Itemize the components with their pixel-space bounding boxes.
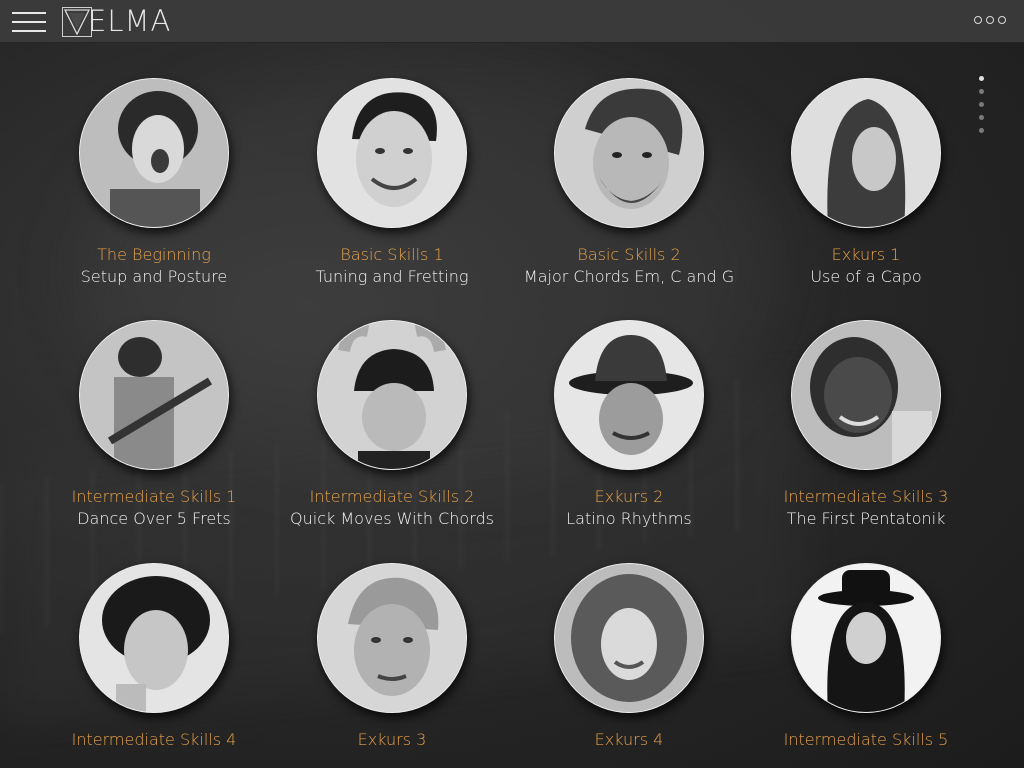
man-black-hat-portrait-icon (791, 563, 941, 713)
lesson-title: Exkurs 3 (357, 730, 427, 749)
lesson-title: Intermediate Skills 1 (71, 487, 237, 506)
lesson-card[interactable]: Exkurs 3 (277, 563, 507, 751)
guitarist-playing-portrait-icon (79, 320, 229, 470)
hamburger-menu-icon[interactable] (12, 11, 46, 33)
lesson-card[interactable]: Exkurs 4 (514, 563, 744, 751)
lesson-card[interactable]: Intermediate Skills 5 (751, 563, 981, 751)
lesson-subtitle: Latino Rhythms (566, 509, 692, 528)
lesson-subtitle: Use of a Capo (810, 267, 922, 286)
bearded-man-portrait-icon (554, 78, 704, 228)
lesson-card[interactable]: Intermediate Skills 1 Dance Over 5 Frets (39, 320, 269, 530)
smiling-man-pompadour-portrait-icon (317, 78, 467, 228)
lesson-title: Basic Skills 2 (577, 245, 681, 264)
app-logo-text: ELMA (88, 4, 172, 38)
long-hair-woman-portrait-icon (791, 78, 941, 228)
lesson-card[interactable]: Exkurs 2 Latino Rhythms (514, 320, 744, 530)
man-fedora-portrait-icon (554, 320, 704, 470)
lesson-card[interactable]: Exkurs 1 Use of a Capo (751, 78, 981, 288)
lesson-title: Intermediate Skills 5 (783, 730, 949, 749)
lesson-title: Basic Skills 1 (340, 245, 444, 264)
lesson-subtitle: Quick Moves With Chords (290, 509, 494, 528)
lesson-card[interactable]: Intermediate Skills 4 (39, 563, 269, 751)
lesson-subtitle: Setup and Posture (80, 267, 228, 286)
lesson-title: Exkurs 2 (594, 487, 664, 506)
lesson-subtitle: Major Chords Em, C and G (523, 267, 735, 286)
lesson-card[interactable]: Intermediate Skills 3 The First Pentaton… (751, 320, 981, 530)
lesson-title: Exkurs 4 (594, 730, 664, 749)
lesson-card[interactable]: Intermediate Skills 2 Quick Moves With C… (277, 320, 507, 530)
lesson-title: Exkurs 1 (831, 245, 901, 264)
lesson-subtitle: Dance Over 5 Frets (77, 509, 231, 528)
lesson-title: The Beginning (97, 245, 211, 264)
lesson-title: Intermediate Skills 2 (309, 487, 475, 506)
curly-hair-woman-portrait-icon (554, 563, 704, 713)
lesson-card[interactable]: The Beginning Setup and Posture (39, 78, 269, 288)
grey-hair-man-portrait-icon (317, 563, 467, 713)
lesson-card[interactable]: Basic Skills 2 Major Chords Em, C and G (514, 78, 744, 288)
man-flat-cap-portrait-icon (317, 320, 467, 470)
lesson-title: Intermediate Skills 3 (783, 487, 949, 506)
lesson-subtitle: The First Pentatonik (786, 509, 946, 528)
lesson-title: Intermediate Skills 4 (71, 730, 237, 749)
curly-hair-man-portrait-icon (79, 563, 229, 713)
more-options-icon[interactable] (974, 16, 1006, 26)
lesson-subtitle: Tuning and Fretting (315, 267, 469, 286)
top-bar: ELMA (0, 0, 1024, 43)
lesson-card[interactable]: Basic Skills 1 Tuning and Fretting (277, 78, 507, 288)
screaming-singer-portrait-icon (79, 78, 229, 228)
man-with-guitar-portrait-icon (791, 320, 941, 470)
